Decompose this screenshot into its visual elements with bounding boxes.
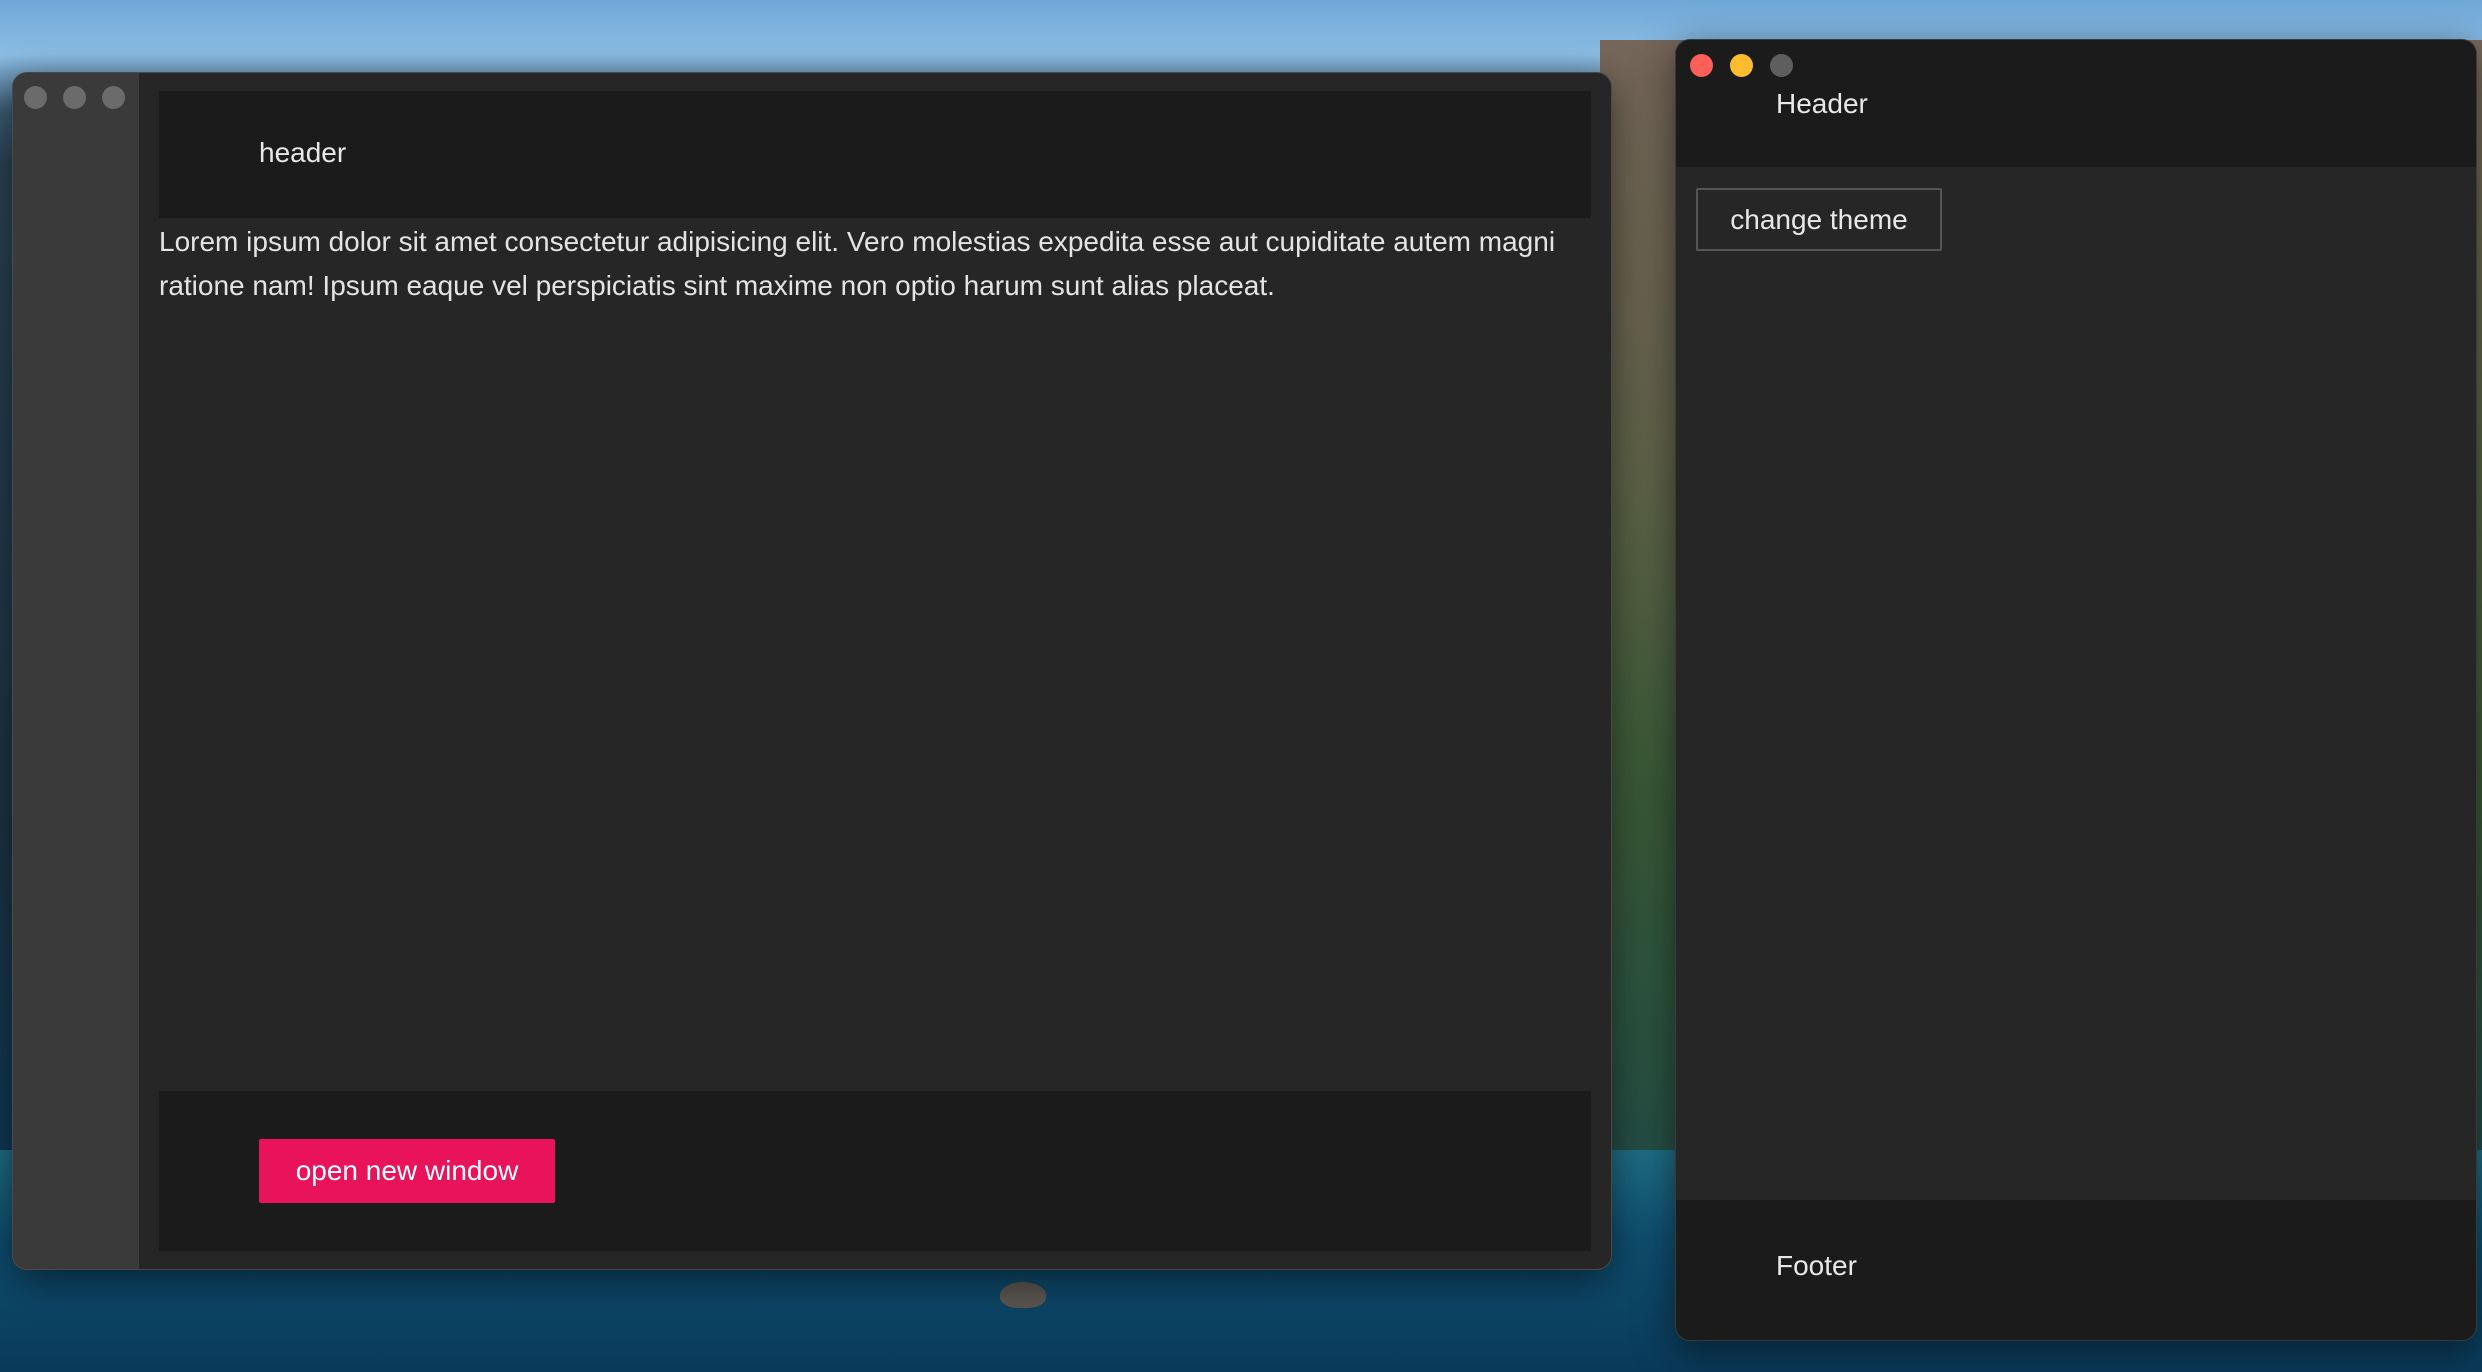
main-footer: open new window (159, 1091, 1591, 1251)
secondary-window: Header change theme Footer (1676, 40, 2476, 1340)
maximize-icon[interactable] (102, 86, 125, 109)
main-header-title: header (259, 137, 347, 168)
secondary-footer-text: Footer (1776, 1250, 1857, 1281)
main-content-paragraph: Lorem ipsum dolor sit amet consectetur a… (159, 226, 1556, 301)
open-new-window-button[interactable]: open new window (259, 1139, 555, 1203)
change-theme-button[interactable]: change theme (1696, 188, 1942, 251)
main-window-sidebar (13, 73, 139, 1269)
main-header: header (159, 91, 1591, 218)
secondary-footer: Footer (1676, 1200, 2476, 1340)
close-icon[interactable] (1690, 54, 1713, 77)
main-window: header Lorem ipsum dolor sit amet consec… (13, 73, 1611, 1269)
desktop-wallpaper: header Lorem ipsum dolor sit amet consec… (0, 0, 2482, 1372)
minimize-icon[interactable] (1730, 54, 1753, 77)
window-controls (1690, 54, 1793, 77)
window-controls (24, 86, 125, 109)
close-icon[interactable] (24, 86, 47, 109)
wallpaper-rock (1000, 1282, 1046, 1308)
maximize-icon[interactable] (1770, 54, 1793, 77)
secondary-header-title: Header (1776, 88, 1868, 119)
minimize-icon[interactable] (63, 86, 86, 109)
secondary-header: Header (1676, 40, 2476, 167)
